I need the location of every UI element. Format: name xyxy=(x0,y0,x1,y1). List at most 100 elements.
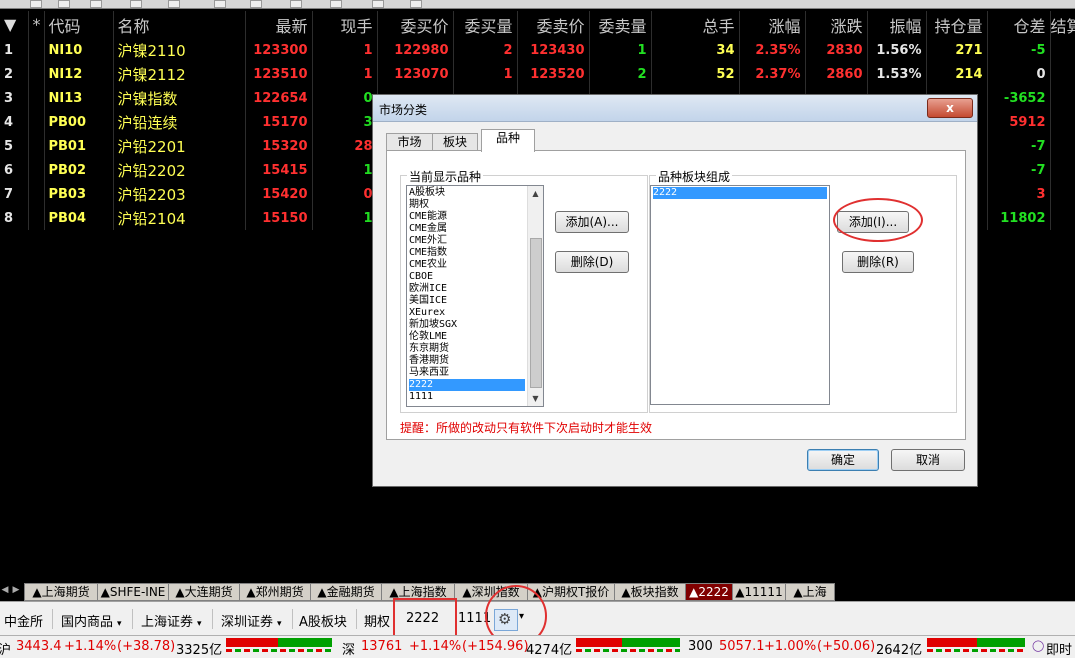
sh-breadth-bar xyxy=(226,638,332,652)
sheet-prev-icon[interactable]: ◀ xyxy=(0,583,10,598)
column-header[interactable]: 涨幅 xyxy=(739,11,806,38)
column-header[interactable]: 最新 xyxy=(245,11,313,38)
column-header[interactable]: 振幅 xyxy=(867,11,927,38)
toolbar-button[interactable] xyxy=(168,0,180,8)
add-variety-button[interactable]: 添加(A)... xyxy=(555,211,629,233)
column-header[interactable]: 涨跌 xyxy=(805,11,868,38)
list-item[interactable]: CME指数 xyxy=(409,247,525,259)
tab-variety[interactable]: 品种 xyxy=(481,129,535,152)
list-item[interactable]: 新加坡SGX xyxy=(409,319,525,331)
list-item[interactable]: 香港期货 xyxy=(409,355,525,367)
sheet-tab[interactable]: ▲SHFE-INE xyxy=(97,583,169,601)
sz-index-value: 13761 xyxy=(361,639,403,654)
tab-market[interactable]: 市场 xyxy=(386,133,433,151)
sheet-tab[interactable]: ▲金融期货 xyxy=(310,583,382,601)
toolbar-button[interactable] xyxy=(30,0,42,8)
cancel-button[interactable]: 取消 xyxy=(891,449,965,471)
row-last: 15150 xyxy=(245,206,313,230)
toolbar-button[interactable] xyxy=(130,0,142,8)
variety-sector-list[interactable]: 2222 xyxy=(650,185,830,405)
list-item[interactable]: 欧洲ICE xyxy=(409,283,525,295)
row-last: 15320 xyxy=(245,134,313,158)
list-item[interactable]: 2222 xyxy=(653,187,827,199)
toolbar-button[interactable] xyxy=(90,0,102,8)
column-header[interactable]: 代码 xyxy=(44,11,114,38)
cat-options[interactable]: 期权 xyxy=(364,611,390,630)
column-header[interactable]: 名称 xyxy=(113,11,246,38)
list-item[interactable]: CBOE xyxy=(409,271,525,283)
toolbar-button[interactable] xyxy=(410,0,422,8)
row-oi: 214 xyxy=(926,62,988,86)
realtime-label[interactable]: 即时 xyxy=(1046,639,1072,658)
sheet-next-icon[interactable]: ▶ xyxy=(11,583,21,598)
toolbar-button[interactable] xyxy=(58,0,70,8)
toolbar-button[interactable] xyxy=(250,0,262,8)
current-varieties-list[interactable]: A股板块 期权 CME能源 CME金属 CME外汇 CME指数 CME农业 CBOE 欧洲ICE… xyxy=(406,185,544,407)
ok-button[interactable]: 确定 xyxy=(807,449,879,471)
list-item[interactable]: CME能源 xyxy=(409,211,525,223)
row-menu-chevron-icon[interactable]: ▼ xyxy=(0,11,29,38)
sheet-tab[interactable]: ▲郑州期货 xyxy=(239,583,311,601)
sheet-tab[interactable]: ▲板块指数 xyxy=(614,583,686,601)
list-scrollbar[interactable]: ▲ ▼ xyxy=(527,186,543,406)
table-row[interactable]: 1 NI10 沪镍2110 123300 1 122980 2 123430 1… xyxy=(0,38,1075,62)
column-header[interactable]: 委卖价 xyxy=(517,11,590,38)
column-header[interactable]: 委买量 xyxy=(453,11,518,38)
column-header[interactable]: 委卖量 xyxy=(589,11,652,38)
cat-domestic-commodity[interactable]: 国内商品 ▾ xyxy=(61,611,122,630)
i300-turnover: 2642亿 xyxy=(876,643,923,658)
row-askv: 2 xyxy=(589,62,652,86)
chevron-down-icon: ▾ xyxy=(117,619,122,629)
sz-index-change: (+154.96) xyxy=(462,639,529,654)
row-index: 7 xyxy=(0,182,29,206)
scroll-thumb[interactable] xyxy=(530,238,542,388)
toolbar-button[interactable] xyxy=(290,0,302,8)
column-header[interactable]: 现手 xyxy=(312,11,378,38)
cat-cffex[interactable]: 中金所 xyxy=(4,611,43,630)
list-item[interactable]: CME外汇 xyxy=(409,235,525,247)
list-item[interactable]: CME金属 xyxy=(409,223,525,235)
sheet-tab-active[interactable]: ▲2222 xyxy=(685,583,733,601)
row-name: 沪铅2201 xyxy=(113,134,246,158)
table-row[interactable]: 2 NI12 沪镍2112 123510 1 123070 1 123520 2… xyxy=(0,62,1075,86)
delete-variety-button[interactable]: 删除(D) xyxy=(555,251,629,273)
list-item[interactable]: 2222 xyxy=(409,379,525,391)
sz-breadth-bar xyxy=(576,638,680,652)
row-index: 4 xyxy=(0,110,29,134)
list-item[interactable]: 美国ICE xyxy=(409,295,525,307)
close-button[interactable]: x xyxy=(927,98,973,118)
list-item[interactable]: XEurex xyxy=(409,307,525,319)
column-header[interactable]: 委买价 xyxy=(377,11,454,38)
toolbar-button[interactable] xyxy=(330,0,342,8)
column-header[interactable]: 持仓量 xyxy=(926,11,988,38)
i300-index-change: (+50.06) xyxy=(817,639,876,654)
list-item[interactable]: 期权 xyxy=(409,199,525,211)
toolbar-button[interactable] xyxy=(372,0,384,8)
toolbar-button[interactable] xyxy=(214,0,226,8)
list-item[interactable]: 伦敦LME xyxy=(409,331,525,343)
row-ask: 123430 xyxy=(517,38,590,62)
scroll-down-icon[interactable]: ▼ xyxy=(528,391,543,406)
sheet-tab[interactable]: ▲上海期货 xyxy=(24,583,98,601)
dialog-title: 市场分类 xyxy=(379,103,428,117)
scroll-up-icon[interactable]: ▲ xyxy=(528,186,543,201)
sheet-tab[interactable]: ▲上海 xyxy=(785,583,835,601)
row-last: 15420 xyxy=(245,182,313,206)
tab-sector[interactable]: 板块 xyxy=(432,133,478,151)
column-header[interactable]: 总手 xyxy=(651,11,740,38)
list-item[interactable]: 1111 xyxy=(409,391,525,403)
list-item[interactable]: 马来西亚 xyxy=(409,367,525,379)
sheet-tab[interactable]: ▲大连期货 xyxy=(168,583,240,601)
list-item[interactable]: CME农业 xyxy=(409,259,525,271)
column-header[interactable]: * xyxy=(28,11,45,38)
delete-sector-item-button[interactable]: 删除(R) xyxy=(842,251,914,273)
list-item[interactable]: A股板块 xyxy=(409,187,525,199)
cat-a-share-sector[interactable]: A股板块 xyxy=(299,611,347,630)
cat-shanghai-securities[interactable]: 上海证券 ▾ xyxy=(141,611,202,630)
cat-shenzhen-securities[interactable]: 深圳证券 ▾ xyxy=(221,611,282,630)
sheet-tab[interactable]: ▲11111 xyxy=(732,583,786,601)
column-header[interactable]: 结算价 xyxy=(1050,11,1075,38)
column-header[interactable]: 仓差 xyxy=(987,11,1051,38)
dialog-titlebar[interactable]: 市场分类 x xyxy=(373,95,977,122)
list-item[interactable]: 东京期货 xyxy=(409,343,525,355)
